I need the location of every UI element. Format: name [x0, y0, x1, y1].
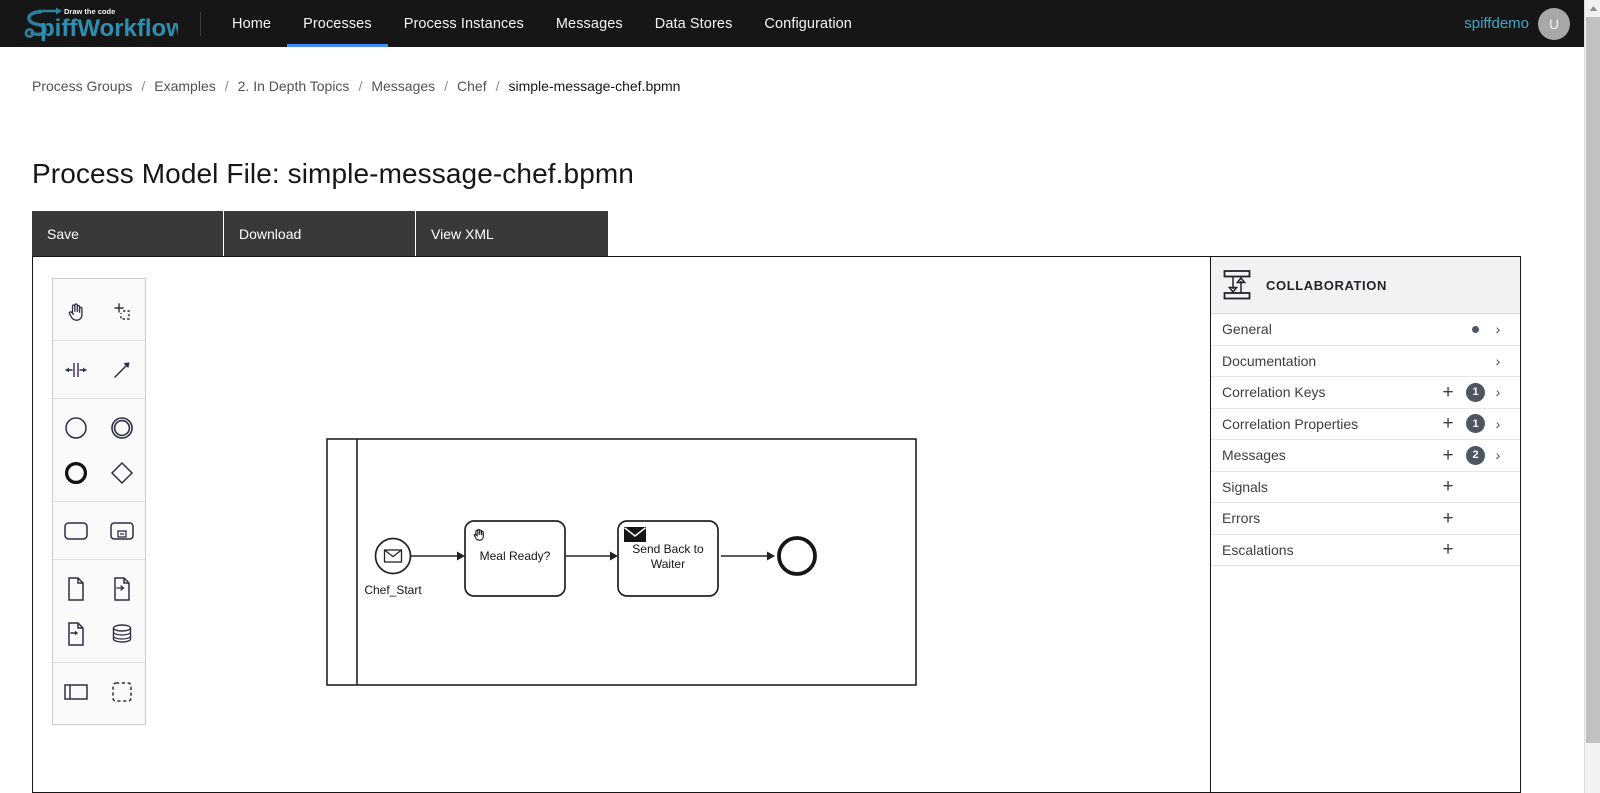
properties-panel: COLLABORATION General › Documentation › … — [1210, 257, 1520, 792]
nav-item-process-instances[interactable]: Process Instances — [388, 0, 540, 47]
props-row-signals-label: Signals — [1222, 478, 1268, 495]
page-title: Process Model File: simple-message-chef.… — [32, 158, 634, 189]
correlation-keys-count-badge: 1 — [1466, 382, 1485, 402]
page-scrollbar[interactable] — [1584, 0, 1600, 793]
task-send-label-line1: Send Back to — [632, 542, 704, 556]
avatar[interactable]: U — [1538, 7, 1570, 40]
breadcrumb-item-examples[interactable]: Examples — [154, 78, 215, 94]
props-row-documentation[interactable]: Documentation › — [1211, 346, 1520, 377]
add-message-button[interactable]: + — [1435, 446, 1461, 465]
general-status-dot — [1472, 325, 1479, 333]
nav-item-processes[interactable]: Processes — [287, 0, 388, 47]
props-row-documentation-label: Documentation — [1222, 352, 1317, 369]
messages-count-badge: 2 — [1466, 445, 1485, 465]
task-send-back-to-waiter[interactable]: Send Back to Waiter — [617, 520, 719, 597]
chevron-right-icon[interactable]: › — [1485, 353, 1511, 369]
breadcrumb-separator: / — [444, 78, 449, 94]
scroll-up-arrow-icon[interactable] — [1585, 0, 1600, 17]
add-escalation-button[interactable]: + — [1435, 540, 1461, 559]
props-row-general-label: General — [1222, 321, 1272, 338]
breadcrumb-item-process-groups[interactable]: Process Groups — [32, 78, 132, 94]
props-row-errors[interactable]: Errors + — [1211, 503, 1520, 535]
nav-item-home[interactable]: Home — [216, 0, 287, 47]
breadcrumb-item-in-depth-topics[interactable]: 2. In Depth Topics — [238, 78, 350, 94]
breadcrumb: Process Groups / Examples / 2. In Depth … — [32, 78, 680, 94]
chevron-right-icon[interactable]: › — [1485, 447, 1511, 463]
props-row-correlation-keys[interactable]: Correlation Keys + 1 › — [1211, 377, 1520, 409]
props-row-escalations[interactable]: Escalations + — [1211, 535, 1520, 566]
add-correlation-property-button[interactable]: + — [1435, 414, 1461, 433]
save-button[interactable]: Save — [32, 211, 224, 256]
nav-items: Home Processes Process Instances Message… — [216, 0, 868, 47]
top-navigation-bar: Draw the code piffWorkflow Home Processe… — [0, 0, 1584, 47]
properties-panel-header: COLLABORATION — [1211, 257, 1520, 314]
start-event-label: Chef_Start — [364, 583, 422, 597]
bpmn-canvas[interactable]: Chef_Start Meal Ready? Send Back to Wait… — [33, 257, 1210, 792]
task-meal-ready-label: Meal Ready? — [480, 549, 551, 563]
props-row-general[interactable]: General › — [1211, 314, 1520, 346]
file-action-toolbar: Save Download View XML — [32, 211, 608, 256]
props-row-correlation-keys-label: Correlation Keys — [1222, 384, 1326, 401]
send-task-envelope-icon — [624, 527, 646, 542]
breadcrumb-separator: / — [495, 78, 500, 94]
props-row-messages[interactable]: Messages + 2 › — [1211, 440, 1520, 472]
brand-divider — [200, 12, 201, 36]
breadcrumb-separator: / — [141, 78, 146, 94]
download-button[interactable]: Download — [224, 211, 416, 256]
props-row-messages-label: Messages — [1222, 447, 1286, 464]
view-xml-button[interactable]: View XML — [416, 211, 608, 256]
svg-text:piffWorkflow: piffWorkflow — [40, 15, 178, 42]
brand-logo[interactable]: Draw the code piffWorkflow — [0, 0, 201, 47]
props-row-errors-label: Errors — [1222, 510, 1261, 527]
nav-item-configuration[interactable]: Configuration — [748, 0, 868, 47]
spiffworkflow-logo-icon: Draw the code piffWorkflow — [24, 7, 178, 42]
collaboration-icon — [1223, 270, 1251, 300]
chevron-right-icon[interactable]: › — [1485, 321, 1511, 337]
scrollbar-thumb[interactable] — [1586, 17, 1600, 743]
props-row-correlation-properties-label: Correlation Properties — [1222, 415, 1359, 432]
add-correlation-key-button[interactable]: + — [1435, 383, 1461, 402]
add-signal-button[interactable]: + — [1435, 477, 1461, 496]
breadcrumb-item-chef[interactable]: Chef — [457, 78, 487, 94]
breadcrumb-item-current-file: simple-message-chef.bpmn — [508, 78, 681, 94]
props-row-signals[interactable]: Signals + — [1211, 472, 1520, 503]
breadcrumb-item-messages[interactable]: Messages — [371, 78, 435, 94]
add-error-button[interactable]: + — [1435, 509, 1461, 528]
nav-item-messages[interactable]: Messages — [540, 0, 639, 47]
properties-panel-title: COLLABORATION — [1266, 277, 1387, 293]
props-row-correlation-properties[interactable]: Correlation Properties + 1 › — [1211, 409, 1520, 440]
bpmn-diagram: Chef_Start Meal Ready? Send Back to Wait… — [326, 438, 917, 686]
username-label[interactable]: spiffdemo — [1464, 15, 1529, 32]
correlation-properties-count-badge: 1 — [1466, 414, 1485, 434]
chevron-right-icon[interactable]: › — [1485, 384, 1511, 400]
end-event[interactable] — [777, 536, 817, 576]
chevron-right-icon[interactable]: › — [1485, 416, 1511, 432]
page-root: Draw the code piffWorkflow Home Processe… — [0, 0, 1600, 793]
task-meal-ready[interactable]: Meal Ready? — [464, 520, 566, 597]
nav-item-data-stores[interactable]: Data Stores — [639, 0, 749, 47]
breadcrumb-separator: / — [224, 78, 229, 94]
bpmn-editor: Chef_Start Meal Ready? Send Back to Wait… — [32, 256, 1521, 793]
props-row-escalations-label: Escalations — [1222, 541, 1294, 558]
breadcrumb-separator: / — [358, 78, 363, 94]
nav-user-area: spiffdemo U — [1464, 0, 1584, 47]
task-send-label-line2: Waiter — [651, 557, 685, 571]
